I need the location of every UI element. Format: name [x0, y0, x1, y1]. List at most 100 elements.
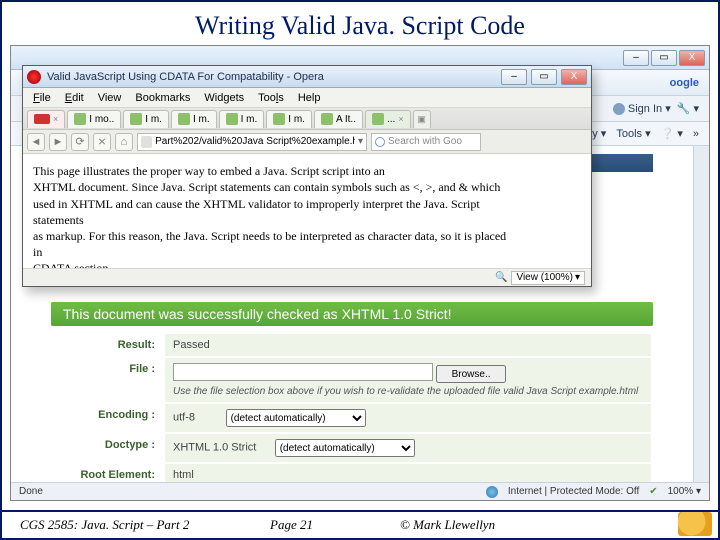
reload-button[interactable]: ⟳: [71, 133, 89, 151]
chevron-down-icon: ▾: [575, 272, 580, 283]
opera-addrbar: ◄ ► ⟳ ⨯ ⌂ Part%202/valid%20Java Script%2…: [23, 130, 591, 154]
tab-3[interactable]: I m.: [171, 110, 217, 128]
tab-4[interactable]: I m.: [219, 110, 265, 128]
tab-label: I m.: [145, 114, 162, 125]
encoding-value: utf-8: [173, 412, 195, 424]
forward-button[interactable]: ►: [49, 133, 67, 151]
tab-cnn[interactable]: ×: [27, 110, 65, 128]
tab-label: I m.: [193, 114, 210, 125]
tab-label: I m.: [288, 114, 305, 125]
slide-footer: CGS 2585: Java. Script – Part 2 Page 21 …: [2, 510, 718, 538]
magnify-icon: 🔍: [495, 272, 507, 283]
trust-icon: ✔: [649, 486, 657, 497]
opera-page-content: This page illustrates the proper way to …: [23, 154, 591, 268]
stop-button[interactable]: ⨯: [93, 133, 111, 151]
menu-tools[interactable]: Tools: [252, 90, 290, 106]
back-button[interactable]: ◄: [27, 133, 45, 151]
page-icon: [141, 136, 152, 148]
page-line: statements: [33, 212, 581, 228]
opera-menubar: FFileile Edit View Bookmarks Widgets Too…: [23, 88, 591, 108]
ie-min-button[interactable]: –: [623, 50, 649, 66]
opera-titlebar: Valid JavaScript Using CDATA For Compata…: [23, 66, 591, 88]
doctype-value: XHTML 1.0 Strict: [173, 442, 256, 454]
page-line: This page illustrates the proper way to …: [33, 163, 581, 179]
menu-widgets[interactable]: Widgets: [198, 90, 250, 106]
doctype-select[interactable]: (detect automatically): [275, 439, 415, 457]
opera-window: Valid JavaScript Using CDATA For Compata…: [22, 65, 592, 287]
doc-icon: [178, 113, 190, 125]
ie-statusbar: Done Internet | Protected Mode: Off ✔ 10…: [11, 482, 709, 500]
ie-scrollbar[interactable]: [693, 146, 709, 482]
cmd-more[interactable]: »: [693, 128, 699, 140]
doctype-label: Doctype :: [53, 434, 163, 462]
plus-icon: ▣: [417, 114, 426, 125]
menu-help[interactable]: Help: [292, 90, 327, 106]
home-button[interactable]: ⌂: [115, 133, 133, 151]
footer-page: Page 21: [252, 517, 382, 533]
file-label: File :: [53, 358, 163, 402]
tools-menu[interactable]: Tools ▾: [616, 127, 650, 140]
cnn-icon: [34, 114, 50, 124]
opera-max-button[interactable]: ▭: [531, 69, 557, 85]
opera-tabstrip: × I mo.. I m. I m. I m. I m. A It.. ...×…: [23, 108, 591, 130]
ie-close-button[interactable]: X: [679, 50, 705, 66]
search-field[interactable]: Search with Goo: [371, 133, 481, 151]
encoding-select[interactable]: (detect automatically): [226, 409, 366, 427]
page-line: used in XHTML and can cause the XHTML va…: [33, 196, 581, 212]
wrench-link[interactable]: 🔧 ▾: [677, 102, 699, 115]
doc-icon: [226, 113, 238, 125]
opera-min-button[interactable]: –: [501, 69, 527, 85]
search-placeholder: Search with Goo: [388, 136, 462, 147]
stage: – ▭ X oogle wiki ▾ Check ▾ » Sign In ▾ 🔧…: [2, 45, 718, 501]
address-field[interactable]: Part%202/valid%20Java Script%20example.h…: [137, 133, 367, 151]
page-line: as markup. For this reason, the Java. Sc…: [33, 228, 581, 244]
zoom-dropdown[interactable]: View (100%)▾: [511, 271, 585, 285]
internet-zone-icon: [486, 486, 498, 498]
doc-icon: [273, 113, 285, 125]
tab-2[interactable]: I m.: [123, 110, 169, 128]
tab-close-icon[interactable]: ×: [53, 114, 58, 124]
validator-success-banner: This document was successfully checked a…: [51, 302, 653, 326]
tab-close-icon[interactable]: ×: [398, 114, 403, 124]
ucf-logo: [678, 512, 712, 536]
tab-label: ...: [387, 114, 395, 125]
address-text: Part%202/valid%20Java Script%20example.h…: [155, 136, 355, 147]
user-icon: [613, 103, 625, 115]
tab-label: I m.: [241, 114, 258, 125]
tab-5[interactable]: I m.: [266, 110, 312, 128]
tab-6[interactable]: A It..: [314, 110, 363, 128]
ie-max-button[interactable]: ▭: [651, 50, 677, 66]
signin-label: Sign In ▾: [628, 102, 671, 115]
opera-icon: [27, 70, 41, 84]
result-value: Passed: [165, 334, 651, 356]
doc-icon: [130, 113, 142, 125]
menu-file[interactable]: FFileile: [27, 90, 57, 106]
footer-left: CGS 2585: Java. Script – Part 2: [2, 517, 252, 533]
signin-link[interactable]: Sign In ▾: [613, 102, 671, 115]
footer-copyright: © Mark Llewellyn: [382, 517, 513, 533]
opera-title: Valid JavaScript Using CDATA For Compata…: [45, 71, 497, 83]
zoom-control[interactable]: 100% ▾: [668, 486, 701, 497]
menu-view[interactable]: View: [92, 90, 128, 106]
menu-bookmarks[interactable]: Bookmarks: [129, 90, 196, 106]
doc-icon: [372, 113, 384, 125]
tab-label: I mo..: [89, 114, 114, 125]
browse-button[interactable]: [436, 365, 506, 383]
doc-icon: [74, 113, 86, 125]
status-done: Done: [19, 486, 43, 497]
opera-close-button[interactable]: X: [561, 69, 587, 85]
dropdown-icon[interactable]: ▾: [358, 136, 363, 147]
zone-text: Internet | Protected Mode: Off: [508, 486, 639, 497]
help-menu[interactable]: ❔ ▾: [661, 127, 683, 140]
google-logo[interactable]: oogle: [670, 77, 699, 89]
page-line: XHTML document. Since Java. Script state…: [33, 179, 581, 195]
tab-1[interactable]: I mo..: [67, 110, 121, 128]
tab-new[interactable]: ▣: [413, 110, 431, 128]
file-note: Use the file selection box above if you …: [173, 386, 643, 397]
validator-table: Result: Passed File : Use the file selec…: [51, 332, 653, 488]
zoom-label: View (100%): [516, 272, 573, 283]
menu-edit[interactable]: Edit: [59, 90, 90, 106]
page-line: CDATA section.: [33, 260, 581, 268]
tab-more[interactable]: ...×: [365, 110, 411, 128]
file-input[interactable]: [173, 363, 433, 381]
